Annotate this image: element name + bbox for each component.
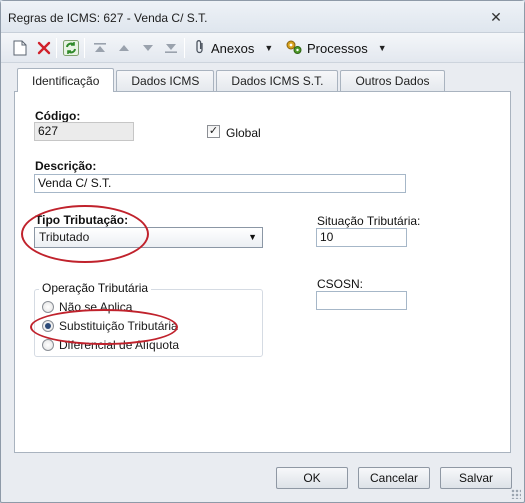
refresh-icon[interactable]: [62, 39, 80, 57]
radio-label: Não se Aplica: [59, 300, 133, 314]
situacao-tributaria-label: Situação Tributária:: [317, 214, 421, 228]
chevron-down-icon: ▼: [377, 43, 387, 53]
resize-grip[interactable]: [511, 489, 521, 499]
operacao-tributaria-label: Operação Tributária: [39, 281, 152, 295]
radio-button[interactable]: [42, 301, 54, 313]
move-down-icon[interactable]: [139, 39, 157, 57]
situacao-tributaria-field[interactable]: 10: [316, 228, 407, 247]
radio-substituicao-tributaria[interactable]: Substituição Tributária: [42, 319, 178, 333]
tab-dados-icms[interactable]: Dados ICMS: [116, 70, 215, 92]
descricao-field[interactable]: Venda C/ S.T.: [34, 174, 406, 193]
title-bar[interactable]: Regras de ICMS: 627 - Venda C/ S.T. ✕: [1, 1, 524, 33]
tipo-tributacao-value: Tributado: [39, 230, 90, 244]
tab-outros-dados[interactable]: Outros Dados: [340, 70, 445, 92]
anexos-label: Anexos: [211, 40, 255, 56]
descricao-label: Descrição:: [35, 159, 97, 173]
radio-diferencial-de-aliquota[interactable]: Diferencial de Alíquota: [42, 338, 179, 352]
anexos-menu[interactable]: Anexos ▼: [193, 39, 273, 57]
chevron-down-icon: ▼: [264, 43, 274, 53]
radio-label: Diferencial de Alíquota: [59, 338, 180, 352]
radio-label: Substituição Tributária: [59, 319, 178, 333]
close-button[interactable]: ✕: [488, 9, 504, 25]
cancelar-button[interactable]: Cancelar: [358, 467, 430, 489]
move-last-icon[interactable]: [162, 39, 180, 57]
codigo-field: 627: [34, 122, 134, 141]
tipo-tributacao-select[interactable]: Tributado ▼: [34, 227, 263, 248]
csosn-field[interactable]: [316, 291, 407, 310]
chevron-down-icon: ▼: [248, 232, 257, 242]
tab-dados-icms-st[interactable]: Dados ICMS S.T.: [216, 70, 339, 92]
window-title: Regras de ICMS: 627 - Venda C/ S.T.: [8, 11, 208, 25]
radio-nao-se-aplica[interactable]: Não se Aplica: [42, 300, 132, 314]
move-up-icon[interactable]: [115, 39, 133, 57]
new-document-icon[interactable]: [11, 39, 29, 57]
tab-strip: Identificação Dados ICMS Dados ICMS S.T.…: [17, 68, 447, 92]
processos-label: Processos: [307, 40, 368, 56]
global-checkbox[interactable]: ✓: [207, 125, 220, 138]
dialog-window: Regras de ICMS: 627 - Venda C/ S.T. ✕ An…: [0, 0, 525, 503]
tipo-tributacao-label: Tipo Tributação:: [35, 213, 129, 227]
ok-button[interactable]: OK: [276, 467, 348, 489]
codigo-label: Código:: [35, 109, 81, 123]
tab-panel-identificacao: Código: 627 ✓ Global Descrição: Venda C/…: [14, 91, 511, 453]
global-label: Global: [226, 126, 261, 140]
csosn-label: CSOSN:: [317, 277, 364, 291]
delete-icon[interactable]: [35, 39, 53, 57]
processos-menu[interactable]: Processos ▼: [285, 39, 387, 57]
gears-icon: [285, 39, 303, 58]
toolbar: Anexos ▼ Processos ▼: [1, 33, 524, 63]
salvar-button[interactable]: Salvar: [440, 467, 512, 489]
paperclip-icon: [193, 39, 207, 58]
move-first-icon[interactable]: [91, 39, 109, 57]
tab-identificacao[interactable]: Identificação: [17, 68, 115, 92]
radio-button[interactable]: [42, 339, 54, 351]
radio-button[interactable]: [42, 320, 54, 332]
